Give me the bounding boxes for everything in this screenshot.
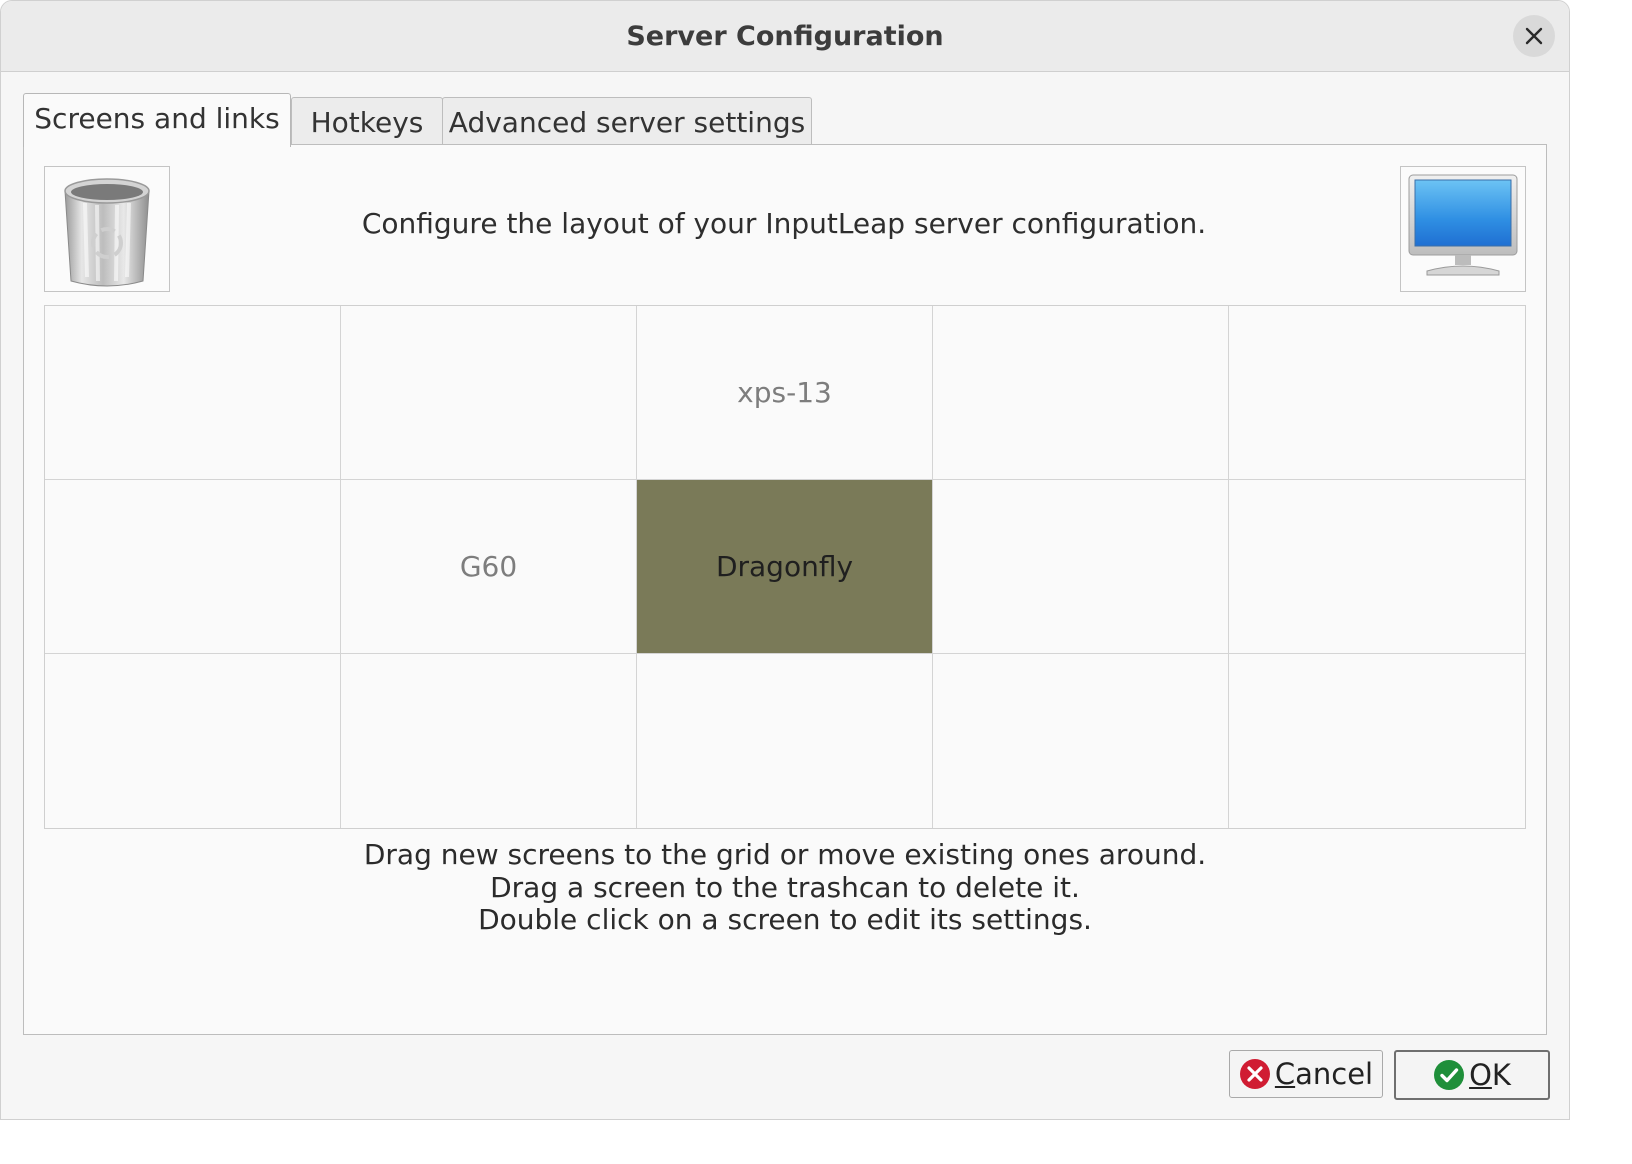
tab-hotkeys[interactable]: Hotkeys bbox=[291, 97, 443, 146]
server-configuration-dialog: Server Configuration Screens and links H… bbox=[0, 0, 1570, 1120]
cancel-button[interactable]: Cancel bbox=[1229, 1050, 1383, 1098]
check-icon bbox=[1434, 1060, 1465, 1090]
monitor-icon bbox=[1408, 174, 1518, 276]
close-button[interactable] bbox=[1513, 15, 1555, 57]
grid-cell[interactable] bbox=[341, 654, 637, 828]
grid-cell[interactable] bbox=[933, 654, 1229, 828]
grid-cell[interactable] bbox=[341, 306, 637, 480]
layout-instructions-header: Configure the layout of your InputLeap s… bbox=[361, 207, 1207, 240]
trashcan-icon bbox=[64, 178, 150, 287]
cancel-icon bbox=[1239, 1059, 1270, 1089]
grid-cell[interactable] bbox=[933, 306, 1229, 480]
grid-cell[interactable] bbox=[1229, 480, 1525, 654]
grid-cell[interactable] bbox=[637, 654, 933, 828]
screens-and-links-panel: Configure the layout of your InputLeap s… bbox=[23, 144, 1547, 1035]
screen-g60[interactable]: G60 bbox=[341, 480, 637, 654]
help-line: Drag new screens to the grid or move exi… bbox=[363, 838, 1207, 871]
grid-cell[interactable] bbox=[45, 480, 341, 654]
grid-cell[interactable] bbox=[45, 654, 341, 828]
help-line: Double click on a screen to edit its set… bbox=[478, 903, 1092, 936]
grid-cell[interactable] bbox=[1229, 654, 1525, 828]
cancel-button-label: Cancel bbox=[1274, 1057, 1374, 1091]
screen-layout-grid[interactable]: xps-13 G60 Dragonfly bbox=[44, 305, 1526, 829]
help-line: Drag a screen to the trashcan to delete … bbox=[490, 870, 1080, 904]
tab-advanced-server-settings[interactable]: Advanced server settings bbox=[442, 97, 812, 146]
title-bar: Server Configuration bbox=[1, 1, 1569, 72]
new-screen-drag-source[interactable] bbox=[1400, 166, 1526, 292]
grid-cell[interactable] bbox=[1229, 306, 1525, 480]
window-title: Server Configuration bbox=[626, 21, 944, 52]
close-icon bbox=[1525, 27, 1543, 45]
screen-dragonfly-server[interactable]: Dragonfly bbox=[637, 480, 933, 654]
grid-cell[interactable] bbox=[933, 480, 1229, 654]
ok-button[interactable]: OK bbox=[1394, 1050, 1550, 1100]
trashcan-drop-target[interactable] bbox=[44, 166, 170, 292]
grid-help-text: Drag new screens to the grid or move exi… bbox=[24, 838, 1546, 937]
grid-cell[interactable] bbox=[45, 306, 341, 480]
ok-button-label: OK bbox=[1469, 1058, 1511, 1092]
screen-xps-13[interactable]: xps-13 bbox=[637, 306, 933, 480]
tab-screens-and-links[interactable]: Screens and links bbox=[23, 93, 291, 147]
